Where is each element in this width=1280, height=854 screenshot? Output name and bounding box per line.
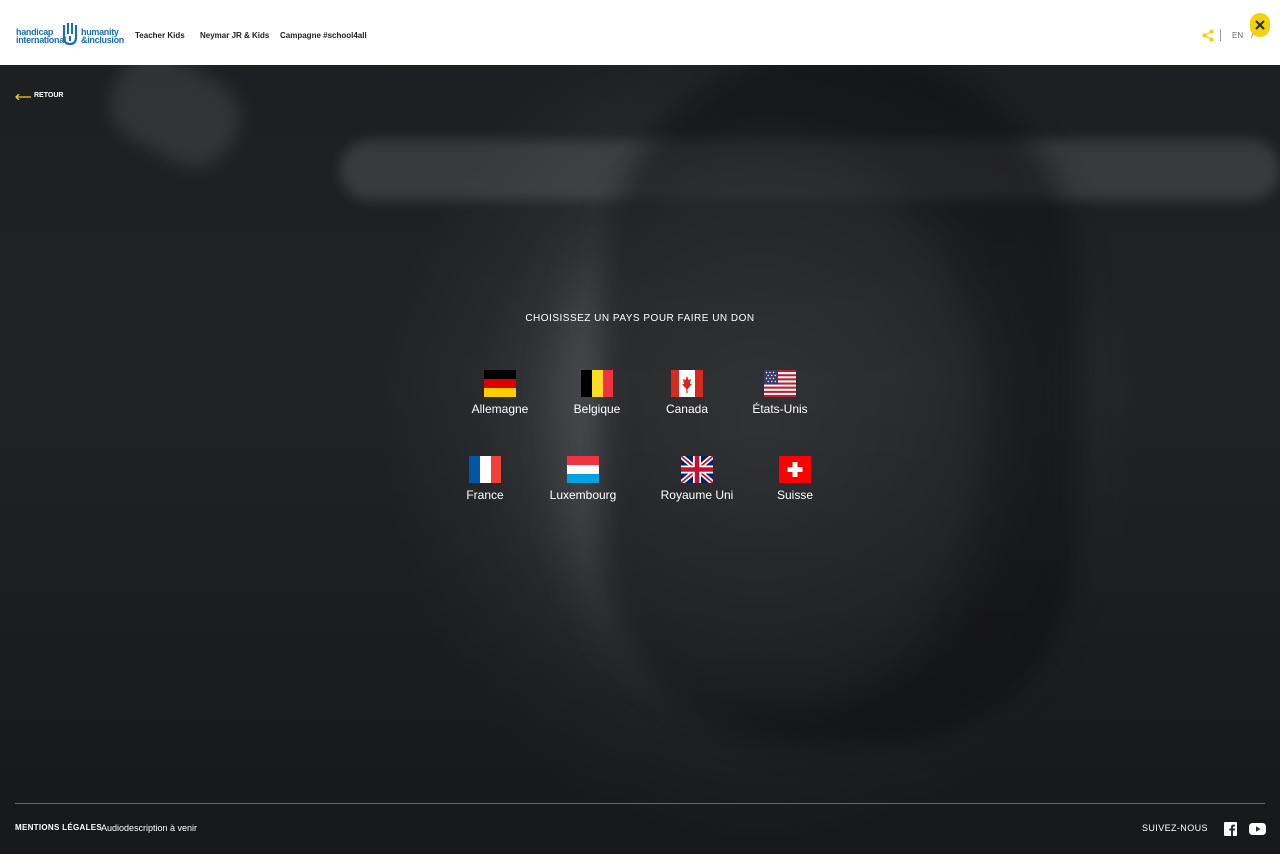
country-uk[interactable]: Royaume Uni: [642, 456, 752, 502]
france-flag-icon: [469, 456, 501, 483]
country-france[interactable]: France: [430, 456, 540, 502]
luxembourg-flag-icon: [567, 456, 599, 483]
footer-divider: [15, 803, 1265, 804]
country-switzerland[interactable]: Suisse: [740, 456, 850, 502]
country-name: Allemagne: [471, 402, 529, 416]
back-label: RETOUR: [34, 92, 64, 99]
logo-text-inclusion: &inclusion: [81, 35, 125, 45]
country-name: France: [466, 488, 504, 502]
nav-link-teacher-kids[interactable]: Teacher Kids: [135, 31, 185, 40]
language-switch[interactable]: EN /: [1232, 31, 1253, 40]
page-heading: CHOISISSEZ UN PAYS POUR FAIRE UN DON: [525, 313, 755, 324]
hi-logo[interactable]: handicap international humanity &inclusi…: [16, 20, 124, 50]
country-name: Luxembourg: [549, 488, 617, 502]
follow-us-label: SUIVEZ-NOUS: [1142, 823, 1208, 833]
hand-icon: [62, 23, 78, 46]
usa-flag-icon: [764, 370, 796, 397]
youtube-icon[interactable]: [1249, 822, 1266, 836]
site-header: handicap international humanity &inclusi…: [0, 0, 1280, 65]
country-name: Royaume Uni: [660, 488, 734, 502]
country-usa[interactable]: États-Unis: [725, 370, 835, 416]
canada-flag-icon: [671, 370, 703, 397]
legal-notice-link[interactable]: MENTIONS LÉGALES: [15, 823, 102, 832]
nav-link-neymar-kids[interactable]: Neymar JR & Kids: [200, 31, 269, 40]
switzerland-flag-icon: [779, 456, 811, 483]
hero-background-photo: [0, 65, 1280, 854]
country-luxembourg[interactable]: Luxembourg: [528, 456, 638, 502]
country-name: États-Unis: [752, 402, 808, 416]
close-icon: [1255, 20, 1265, 30]
logo-text-international: international: [16, 35, 67, 45]
germany-flag-icon: [484, 370, 516, 397]
facebook-icon[interactable]: [1224, 822, 1237, 836]
nav-link-campagne[interactable]: Campagne #school4all: [280, 31, 367, 40]
audiodescription-text: Audiodescription à venir: [101, 823, 198, 833]
country-germany[interactable]: Allemagne: [445, 370, 555, 416]
share-icon[interactable]: [1202, 29, 1214, 42]
header-divider: [1220, 29, 1221, 41]
hero-overlay: [0, 65, 1280, 854]
close-button[interactable]: [1250, 13, 1270, 37]
uk-flag-icon: [681, 456, 713, 483]
arrow-left-icon: [15, 94, 31, 100]
country-name: Suisse: [776, 488, 814, 502]
belgium-flag-icon: [581, 370, 613, 397]
language-en[interactable]: EN: [1232, 31, 1243, 40]
